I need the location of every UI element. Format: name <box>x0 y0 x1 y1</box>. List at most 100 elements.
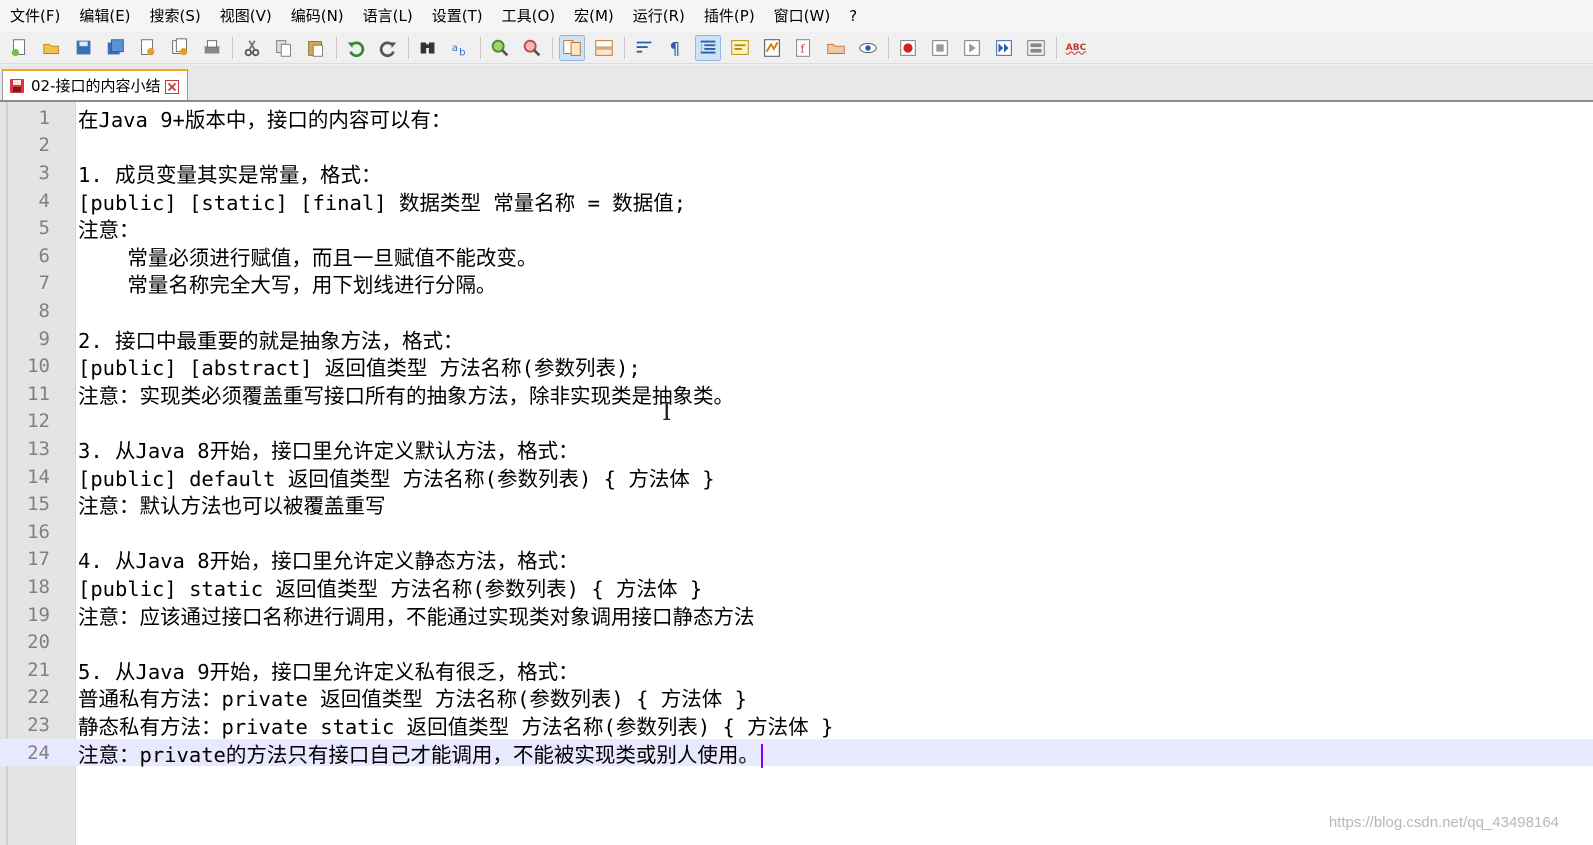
close-all-icon[interactable] <box>168 36 192 60</box>
code-line[interactable]: 5 注意： <box>0 214 1593 242</box>
indent-guide-icon[interactable] <box>695 34 721 61</box>
line-number: 24 <box>27 741 50 764</box>
editor-area[interactable]: 1 在Java 9+版本中，接口的内容可以有： 2 3 1. 成员变量其实是常量，格式：… <box>0 102 1593 845</box>
code-line[interactable]: 4 [public] [static] [final] 数据类型 常量名称 = 数… <box>0 187 1593 215</box>
line-text: [public] [abstract] 返回值类型 方法名称(参数列表); <box>78 356 641 381</box>
code-line[interactable]: 8 <box>0 297 1593 325</box>
menu-item[interactable]: 文件(F) <box>0 0 69 32</box>
find-icon[interactable] <box>416 36 440 60</box>
monitoring-icon[interactable] <box>856 36 880 60</box>
menu-item[interactable]: 窗口(W) <box>764 0 840 32</box>
svg-text:¶: ¶ <box>670 39 681 58</box>
replace-icon[interactable]: ab <box>448 36 472 60</box>
show-all-chars-icon[interactable]: ¶ <box>664 36 688 60</box>
code-line[interactable]: 12 <box>0 408 1593 436</box>
code-line[interactable]: 14 [public] default 返回值类型 方法名称(参数列表) { 方法… <box>0 463 1593 491</box>
toolbar-separator <box>624 36 625 59</box>
save-icon[interactable] <box>72 36 96 60</box>
copy-icon[interactable] <box>272 36 296 60</box>
menu-item[interactable]: 搜索(S) <box>140 0 210 32</box>
code-line[interactable]: 13 3. 从Java 8开始，接口里允许定义默认方法，格式： <box>0 435 1593 463</box>
menu-item[interactable]: 工具(O) <box>492 0 565 32</box>
line-number: 5 <box>38 217 50 240</box>
menu-item[interactable]: 编辑(E) <box>69 0 139 32</box>
code-line[interactable]: 2 <box>0 132 1593 160</box>
menu-item[interactable]: 设置(T) <box>422 0 492 32</box>
code-line[interactable]: 15 注意：默认方法也可以被覆盖重写 <box>0 490 1593 518</box>
open-file-icon[interactable] <box>40 36 64 60</box>
run-macro-multiple-icon[interactable] <box>992 36 1016 60</box>
line-text: 注意：实现类必须覆盖重写接口所有的抽象方法，除非实现类是抽象类。 <box>78 383 734 408</box>
paste-icon[interactable] <box>304 36 328 60</box>
folder-workspace-icon[interactable] <box>824 36 848 60</box>
toolbar-separator <box>480 36 481 59</box>
line-text: 5. 从Java 9开始，接口里允许定义私有很乏，格式： <box>78 659 579 684</box>
record-macro-icon[interactable] <box>896 36 920 60</box>
code-line[interactable]: 1 在Java 9+版本中，接口的内容可以有： <box>0 104 1593 132</box>
menu-item[interactable]: 运行(R) <box>623 0 694 32</box>
save-all-icon[interactable] <box>104 36 128 60</box>
line-text: 注意：默认方法也可以被覆盖重写 <box>78 494 386 519</box>
line-text: 1. 成员变量其实是常量，格式： <box>78 162 382 187</box>
save-macro-icon[interactable] <box>1024 36 1048 60</box>
code-line[interactable]: 11 注意：实现类必须覆盖重写接口所有的抽象方法，除非实现类是抽象类。 <box>0 380 1593 408</box>
code-line[interactable]: 18 [public] static 返回值类型 方法名称(参数列表) { 方法体… <box>0 573 1593 601</box>
line-number: 21 <box>27 658 50 681</box>
tab-close-icon[interactable] <box>164 79 179 94</box>
code-line[interactable]: 24 注意：private的方法只有接口自己才能调用，不能被实现类或别人使用。 <box>0 738 1593 768</box>
code-line[interactable]: 10 [public] [abstract] 返回值类型 方法名称(参数列表); <box>0 352 1593 380</box>
code-line[interactable]: 7 常量名称完全大写，用下划线进行分隔。 <box>0 270 1593 297</box>
spell-check-icon[interactable]: ABC <box>1064 36 1088 60</box>
toolbar-separator <box>336 36 337 59</box>
tab-title: 02-接口的内容小结 <box>31 77 161 95</box>
undo-icon[interactable] <box>344 36 368 60</box>
print-icon[interactable] <box>200 36 224 60</box>
zoom-in-icon[interactable] <box>488 36 512 60</box>
menu-item[interactable]: 语言(L) <box>353 0 422 32</box>
code-line[interactable]: 17 4. 从Java 8开始，接口里允许定义静态方法，格式： <box>0 546 1593 574</box>
line-number: 11 <box>27 382 50 405</box>
document-tab[interactable]: 02-接口的内容小结 <box>2 69 188 100</box>
code-line[interactable]: 21 5. 从Java 9开始，接口里允许定义私有很乏，格式： <box>0 656 1593 684</box>
line-number: 19 <box>27 603 50 626</box>
line-text: 静态私有方法：private static 返回值类型 方法名称(参数列表) {… <box>78 714 834 739</box>
watermark: https://blog.csdn.net/qq_43498164 <box>1328 814 1559 831</box>
unsaved-file-icon <box>9 78 25 94</box>
line-text: 常量必须进行赋值，而且一旦赋值不能改变。 <box>78 245 538 270</box>
code-line[interactable]: 6 常量必须进行赋值，而且一旦赋值不能改变。 <box>0 242 1593 270</box>
sync-horizontal-icon[interactable] <box>592 36 616 60</box>
doc-map-icon[interactable] <box>760 36 784 60</box>
cut-icon[interactable] <box>240 36 264 60</box>
menu-item[interactable]: 编码(N) <box>281 0 353 32</box>
udl-icon[interactable] <box>728 36 752 60</box>
code-line[interactable]: 16 <box>0 518 1593 546</box>
line-number: 15 <box>27 493 50 516</box>
toolbar-separator <box>232 36 233 59</box>
line-number: 6 <box>38 244 50 267</box>
new-file-icon[interactable] <box>8 36 32 60</box>
menu-item[interactable]: 视图(V) <box>210 0 281 32</box>
code-line[interactable]: 23 静态私有方法：private static 返回值类型 方法名称(参数列表)… <box>0 711 1593 739</box>
code-line[interactable]: 19 注意：应该通过接口名称进行调用，不能通过实现类对象调用接口静态方法 <box>0 601 1593 629</box>
play-macro-icon[interactable] <box>960 36 984 60</box>
word-wrap-icon[interactable] <box>632 36 656 60</box>
stop-macro-icon[interactable] <box>928 36 952 60</box>
sync-vertical-icon[interactable] <box>559 34 585 61</box>
code-line[interactable]: 22 普通私有方法：private 返回值类型 方法名称(参数列表) { 方法体 … <box>0 684 1593 711</box>
code-line[interactable]: 3 1. 成员变量其实是常量，格式： <box>0 159 1593 187</box>
zoom-out-icon[interactable] <box>520 36 544 60</box>
redo-icon[interactable] <box>376 36 400 60</box>
line-text: 4. 从Java 8开始，接口里允许定义静态方法，格式： <box>78 549 579 574</box>
line-text: 注意：private的方法只有接口自己才能调用，不能被实现类或别人使用。 <box>78 738 763 768</box>
line-number: 13 <box>27 437 50 460</box>
code-line[interactable]: 9 2. 接口中最重要的就是抽象方法，格式： <box>0 325 1593 353</box>
menu-item[interactable]: 宏(M) <box>564 0 623 32</box>
line-number: 16 <box>27 520 50 543</box>
menu-item[interactable]: 插件(P) <box>694 0 764 32</box>
line-text: [public] default 返回值类型 方法名称(参数列表) { 方法体 … <box>78 466 715 491</box>
function-list-icon[interactable]: f <box>792 36 816 60</box>
toolbar: a b ¶ f ABC <box>0 32 1593 64</box>
code-line[interactable]: 20 <box>0 628 1593 656</box>
close-icon[interactable] <box>136 36 160 60</box>
menu-item[interactable]: ? <box>839 0 866 32</box>
